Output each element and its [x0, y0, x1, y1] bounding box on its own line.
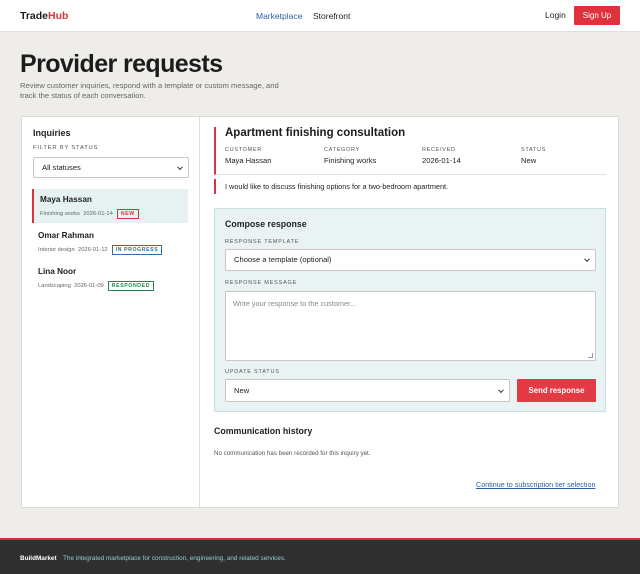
update-status-label: UPDATE STATUS: [225, 369, 280, 375]
customer-label: CUSTOMER: [225, 147, 262, 153]
customer-value: Maya Hassan: [225, 156, 272, 165]
footer-tagline: The integrated marketplace for construct…: [63, 555, 286, 562]
inquiry-date: 2026-01-14: [83, 211, 113, 217]
status-badge: IN PROGRESS: [111, 245, 163, 255]
brand-prefix: Trade: [20, 10, 49, 22]
inquiry-meta: Finishing works 2026-01-14 NEW: [40, 209, 139, 219]
inquiry-date: 2026-01-09: [74, 283, 104, 289]
customer-message: I would like to discuss finishing option…: [214, 179, 606, 194]
filter-label: FILTER BY STATUS: [33, 145, 99, 151]
message-label: RESPONSE MESSAGE: [225, 280, 298, 286]
compose-response-panel: Compose response RESPONSE TEMPLATE Choos…: [214, 208, 606, 412]
received-value: 2026-01-14: [422, 156, 461, 165]
sign-up-button[interactable]: Sign Up: [574, 6, 620, 25]
nav-link-marketplace[interactable]: Marketplace: [256, 11, 302, 21]
template-select-value: Choose a template (optional): [234, 255, 332, 264]
compose-heading: Compose response: [225, 219, 307, 229]
inquiry-customer-name: Maya Hassan: [40, 195, 92, 204]
update-status-value: New: [234, 386, 250, 395]
send-response-button[interactable]: Send response: [517, 379, 596, 402]
footer: BuildMarket The integrated marketplace f…: [0, 538, 640, 574]
status-badge: RESPONDED: [107, 281, 155, 291]
template-label: RESPONSE TEMPLATE: [225, 239, 300, 245]
received-label: RECEIVED: [422, 147, 456, 153]
inquiry-item[interactable]: Omar Rahman Interior design 2026-01-12 IN…: [32, 225, 188, 259]
inquiry-category: Landscaping: [38, 283, 71, 289]
template-select[interactable]: Choose a template (optional): [225, 249, 596, 271]
status-value: New: [521, 156, 537, 165]
provider-requests-panel: Inquiries FILTER BY STATUS All statuses …: [21, 116, 619, 508]
inquiry-customer-name: Lina Noor: [38, 267, 77, 276]
inquiry-detail-header: Apartment finishing consultation CUSTOME…: [214, 127, 606, 175]
chevron-down-icon: [498, 386, 504, 393]
login-link[interactable]: Login: [545, 10, 566, 20]
status-badge: NEW: [116, 209, 139, 219]
category-label: CATEGORY: [324, 147, 360, 153]
category-value: Finishing works: [324, 156, 377, 165]
brand-logo[interactable]: TradeHub: [20, 10, 68, 22]
inquiries-sidebar: Inquiries FILTER BY STATUS All statuses …: [22, 117, 200, 507]
inquiry-item[interactable]: Lina Noor Landscaping 2026-01-09 RESPONDE…: [32, 261, 188, 295]
status-filter-value: All statuses: [42, 163, 81, 172]
update-status-select[interactable]: New: [225, 379, 510, 402]
inquiry-item[interactable]: Maya Hassan Finishing works 2026-01-14 NE…: [32, 189, 188, 223]
chevron-down-icon: [177, 163, 183, 170]
response-message-textarea[interactable]: Write your response to the customer...: [225, 291, 596, 361]
message-placeholder: Write your response to the customer...: [233, 299, 357, 308]
inquiry-date: 2026-01-12: [77, 247, 108, 253]
status-label: STATUS: [521, 147, 547, 153]
page-title: Provider requests: [20, 50, 223, 78]
resize-handle-icon[interactable]: [588, 353, 593, 358]
nav-link-storefront[interactable]: Storefront: [313, 11, 350, 21]
inquiries-heading: Inquiries: [33, 128, 71, 138]
page-subtitle: Review customer inquiries, respond with …: [20, 81, 279, 100]
chevron-down-icon: [584, 256, 590, 263]
top-navigation-bar: TradeHub Marketplace Storefront Login Si…: [0, 0, 640, 32]
inquiry-meta: Interior design 2026-01-12 IN PROGRESS: [38, 245, 163, 255]
inquiry-title: Apartment finishing consultation: [225, 127, 406, 139]
footer-brand: BuildMarket: [20, 555, 57, 562]
inquiry-category: Interior design: [38, 247, 75, 253]
brand-suffix: Hub: [48, 10, 69, 22]
inquiry-customer-name: Omar Rahman: [38, 231, 94, 240]
communication-history-heading: Communication history: [214, 426, 313, 436]
inquiry-category: Finishing works: [40, 211, 80, 217]
history-empty-message: No communication has been recorded for t…: [214, 450, 371, 457]
inquiry-meta: Landscaping 2026-01-09 RESPONDED: [38, 281, 155, 291]
status-filter-select[interactable]: All statuses: [33, 157, 189, 178]
continue-subscription-link[interactable]: Continue to subscription tier selection: [476, 480, 595, 489]
